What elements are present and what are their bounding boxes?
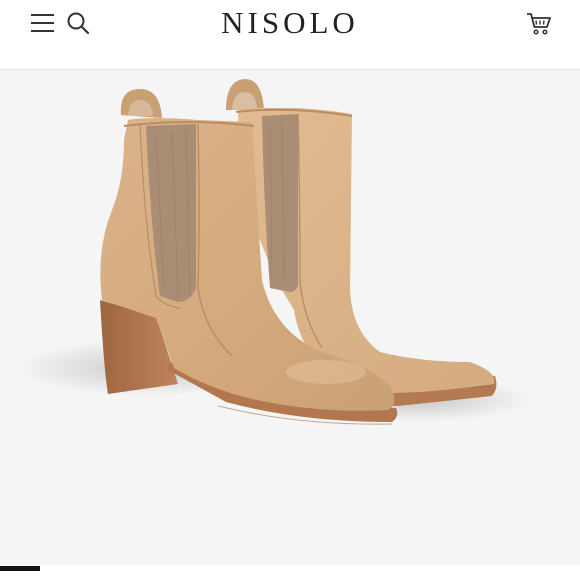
cart-icon[interactable] [526,11,552,37]
left-boot [100,89,398,425]
brand-logo[interactable]: NISOLO [0,3,580,43]
image-footer [0,565,580,580]
product-image-area[interactable] [0,70,580,565]
product-image [15,79,530,425]
site-header: NISOLO [0,0,580,70]
carousel-indicator[interactable] [0,566,40,571]
